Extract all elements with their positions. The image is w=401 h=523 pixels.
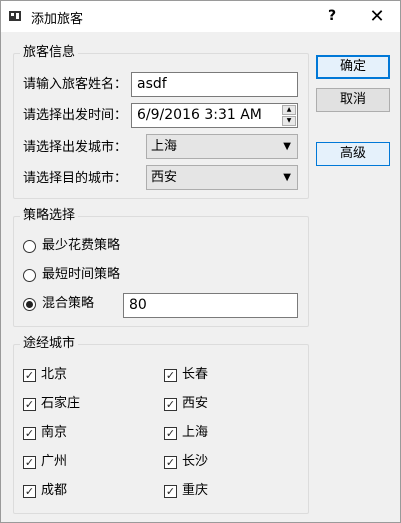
spin-up-icon[interactable]: ▲ (282, 105, 296, 115)
checkbox-changsha[interactable]: ✓ (164, 456, 177, 469)
city-label[interactable]: 上海 (182, 424, 208, 442)
cancel-button[interactable]: 取消 (316, 88, 390, 112)
help-button[interactable]: ? (317, 1, 347, 32)
departure-time-value: 6/9/2016 3:31 AM (137, 107, 262, 123)
strategy-title: 策略选择 (20, 207, 79, 225)
app-icon (9, 11, 21, 21)
dest-city-value: 西安 (151, 170, 178, 185)
city-label[interactable]: 重庆 (182, 482, 208, 500)
city-label[interactable]: 成都 (41, 482, 67, 500)
checkbox-shijiazhuang[interactable]: ✓ (23, 398, 36, 411)
time-spinner[interactable]: ▲ ▼ (282, 105, 296, 126)
name-input[interactable]: asdf (131, 72, 298, 97)
origin-city-select[interactable]: 上海 ▼ (146, 134, 298, 159)
city-label[interactable]: 北京 (41, 366, 67, 384)
city-label[interactable]: 西安 (182, 395, 208, 413)
checkbox-shanghai[interactable]: ✓ (164, 427, 177, 440)
origin-label: 请选择出发城市： (23, 140, 128, 155)
add-traveler-dialog: 添加旅客 ? ✕ 旅客信息 请输入旅客姓名： asdf 请选择出发时间： 6/9… (0, 0, 401, 523)
checkbox-changchun[interactable]: ✓ (164, 369, 177, 382)
checkbox-nanjing[interactable]: ✓ (23, 427, 36, 440)
close-button[interactable]: ✕ (357, 1, 397, 32)
radio-min-cost[interactable] (23, 240, 36, 253)
checkbox-xian[interactable]: ✓ (164, 398, 177, 411)
via-cities-title: 途经城市 (20, 335, 79, 353)
radio-min-time[interactable] (23, 269, 36, 282)
checkbox-guangzhou[interactable]: ✓ (23, 456, 36, 469)
dest-city-select[interactable]: 西安 ▼ (146, 165, 298, 190)
origin-city-value: 上海 (151, 139, 178, 154)
city-label[interactable]: 石家庄 (41, 395, 80, 413)
advanced-button[interactable]: 高级 (316, 142, 390, 166)
checkbox-chengdu[interactable]: ✓ (23, 485, 36, 498)
traveler-info-title: 旅客信息 (20, 44, 79, 62)
option-min-cost[interactable]: 最少花费策略 (42, 237, 120, 255)
dropdown-arrow-icon: ▼ (283, 172, 291, 183)
city-label[interactable]: 广州 (41, 453, 67, 471)
city-label[interactable]: 长春 (182, 366, 208, 384)
dest-label: 请选择目的城市： (23, 171, 128, 186)
departure-time-picker[interactable]: 6/9/2016 3:31 AM ▲ ▼ (131, 103, 298, 128)
window-title: 添加旅客 (31, 12, 84, 27)
name-label: 请输入旅客姓名： (23, 77, 128, 92)
checkbox-chongqing[interactable]: ✓ (164, 485, 177, 498)
city-label[interactable]: 南京 (41, 424, 67, 442)
radio-mixed[interactable] (23, 298, 36, 311)
time-label: 请选择出发时间： (23, 108, 128, 123)
spin-down-icon[interactable]: ▼ (282, 116, 296, 126)
dropdown-arrow-icon: ▼ (283, 141, 291, 152)
option-min-time[interactable]: 最短时间策略 (42, 266, 120, 284)
checkbox-beijing[interactable]: ✓ (23, 369, 36, 382)
title-bar: 添加旅客 ? ✕ (1, 1, 400, 32)
ok-button[interactable]: 确定 (316, 55, 390, 79)
option-mixed[interactable]: 混合策略 (42, 295, 94, 313)
city-label[interactable]: 长沙 (182, 453, 208, 471)
mix-weight-input[interactable]: 80 (123, 293, 298, 318)
